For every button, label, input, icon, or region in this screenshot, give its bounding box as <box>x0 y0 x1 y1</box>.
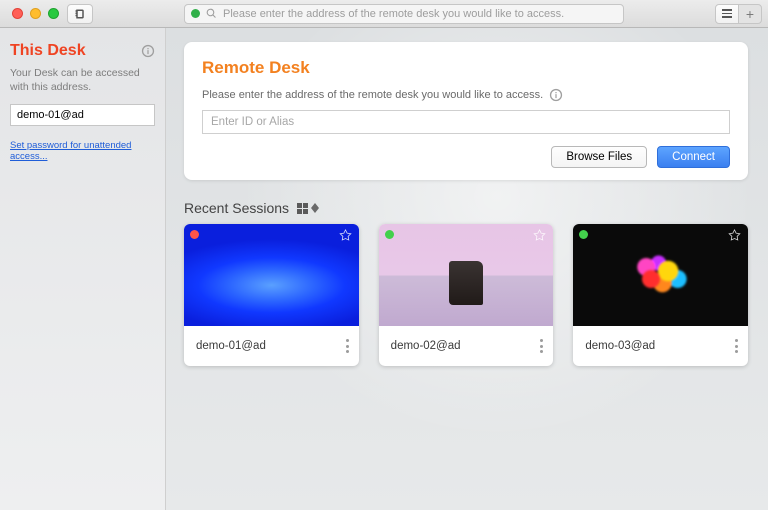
session-menu-button[interactable] <box>346 339 349 353</box>
view-toggle[interactable] <box>297 203 319 214</box>
this-desk-address-input[interactable] <box>10 104 155 126</box>
set-password-link[interactable]: Set password for unattended access... <box>10 140 155 162</box>
menu-icon <box>722 9 732 18</box>
favorite-icon[interactable] <box>532 228 547 243</box>
address-search[interactable]: Please enter the address of the remote d… <box>184 4 624 24</box>
search-placeholder: Please enter the address of the remote d… <box>223 8 617 20</box>
status-indicator-icon <box>191 9 200 18</box>
grid-view-icon <box>297 203 308 214</box>
session-thumbnail <box>184 224 359 326</box>
session-name: demo-01@ad <box>196 340 266 352</box>
new-tab-button[interactable]: + <box>738 4 762 24</box>
info-icon[interactable] <box>141 44 155 58</box>
session-tile[interactable]: demo-01@ad <box>184 224 359 366</box>
maximize-window-button[interactable] <box>48 8 59 19</box>
status-dot-icon <box>190 230 199 239</box>
session-thumbnail <box>379 224 554 326</box>
session-menu-button[interactable] <box>735 339 738 353</box>
connect-button[interactable]: Connect <box>657 146 730 168</box>
remote-desk-title: Remote Desk <box>202 58 730 78</box>
minimize-window-button[interactable] <box>30 8 41 19</box>
address-book-icon <box>74 8 86 20</box>
status-dot-icon <box>385 230 394 239</box>
favorite-icon[interactable] <box>338 228 353 243</box>
plus-icon: + <box>746 7 754 21</box>
session-name: demo-03@ad <box>585 340 655 352</box>
session-name: demo-02@ad <box>391 340 461 352</box>
session-thumbnail <box>573 224 748 326</box>
browse-files-button[interactable]: Browse Files <box>551 146 647 168</box>
session-tile[interactable]: demo-03@ad <box>573 224 748 366</box>
main: Remote Desk Please enter the address of … <box>166 28 768 510</box>
toolbar: Please enter the address of the remote d… <box>0 0 768 28</box>
remote-desk-subtitle: Please enter the address of the remote d… <box>202 89 543 101</box>
this-desk-subtitle: Your Desk can be accessed with this addr… <box>10 66 155 94</box>
address-book-button[interactable] <box>67 4 93 24</box>
close-window-button[interactable] <box>12 8 23 19</box>
sidebar: This Desk Your Desk can be accessed with… <box>0 28 166 510</box>
color-burst-icon <box>613 235 708 315</box>
remote-desk-card: Remote Desk Please enter the address of … <box>184 42 748 180</box>
search-icon <box>206 8 217 19</box>
favorite-icon[interactable] <box>727 228 742 243</box>
sessions-grid: demo-01@ad demo-02@ad <box>184 224 748 366</box>
sort-arrows-icon <box>311 203 319 213</box>
info-icon[interactable] <box>549 88 563 102</box>
recent-sessions-title: Recent Sessions <box>184 200 289 216</box>
session-menu-button[interactable] <box>540 339 543 353</box>
session-tile[interactable]: demo-02@ad <box>379 224 554 366</box>
status-dot-icon <box>579 230 588 239</box>
remote-address-input[interactable] <box>202 110 730 134</box>
menu-button[interactable] <box>715 4 739 24</box>
window-controls <box>4 8 59 19</box>
this-desk-title: This Desk <box>10 42 86 60</box>
